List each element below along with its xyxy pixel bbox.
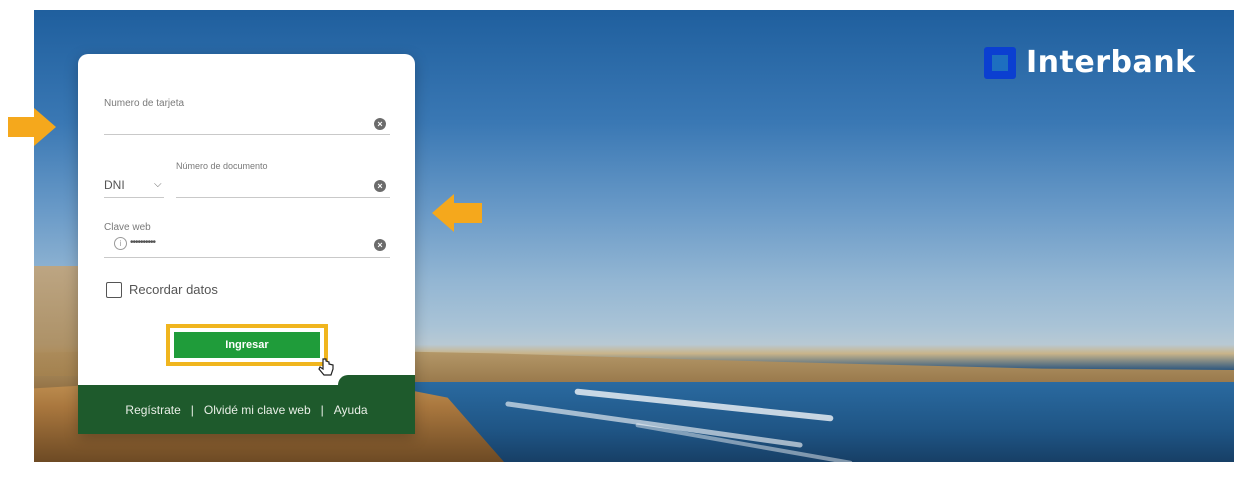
clear-document-number-icon[interactable]: × [374,180,386,192]
clear-card-number-icon[interactable]: × [374,118,386,130]
forgot-password-link[interactable]: Olvidé mi clave web [204,403,311,417]
password-value: •••••••••• [130,237,156,248]
info-icon[interactable]: i [114,237,127,250]
sea [414,382,1234,462]
remember-label: Recordar datos [129,282,218,297]
card-footer: Regístrate | Olvidé mi clave web | Ayuda [78,385,415,434]
hand-cursor-icon [318,358,334,376]
footer-separator: | [190,402,194,417]
logo-text: Interbank [1026,45,1196,80]
document-type-value: DNI [104,178,125,192]
card-number-input[interactable] [104,112,390,134]
document-type-select[interactable]: DNI ⌵ [104,174,164,196]
document-type-underline [104,197,164,198]
interbank-logo: Interbank [984,45,1196,80]
footer-separator: | [320,402,324,417]
password-underline [104,257,390,258]
chevron-down-icon: ⌵ [154,179,162,190]
document-number-underline [176,197,390,198]
submit-highlight-box: Ingresar [166,324,328,366]
remember-checkbox[interactable] [106,282,122,298]
card-number-label: Numero de tarjeta [104,98,185,109]
register-link[interactable]: Regístrate [125,403,180,417]
submit-button[interactable]: Ingresar [174,332,320,358]
login-card: Numero de tarjeta × Número de documento … [78,54,415,434]
document-number-label: Número de documento [176,161,268,171]
card-number-underline [104,134,390,135]
clear-password-icon[interactable]: × [374,239,386,251]
logo-square-icon [984,46,1016,79]
card-notch [338,375,415,385]
password-label: Clave web [104,222,151,233]
password-input[interactable]: •••••••••• [128,234,368,254]
document-number-input[interactable] [176,174,390,196]
help-link[interactable]: Ayuda [334,403,368,417]
